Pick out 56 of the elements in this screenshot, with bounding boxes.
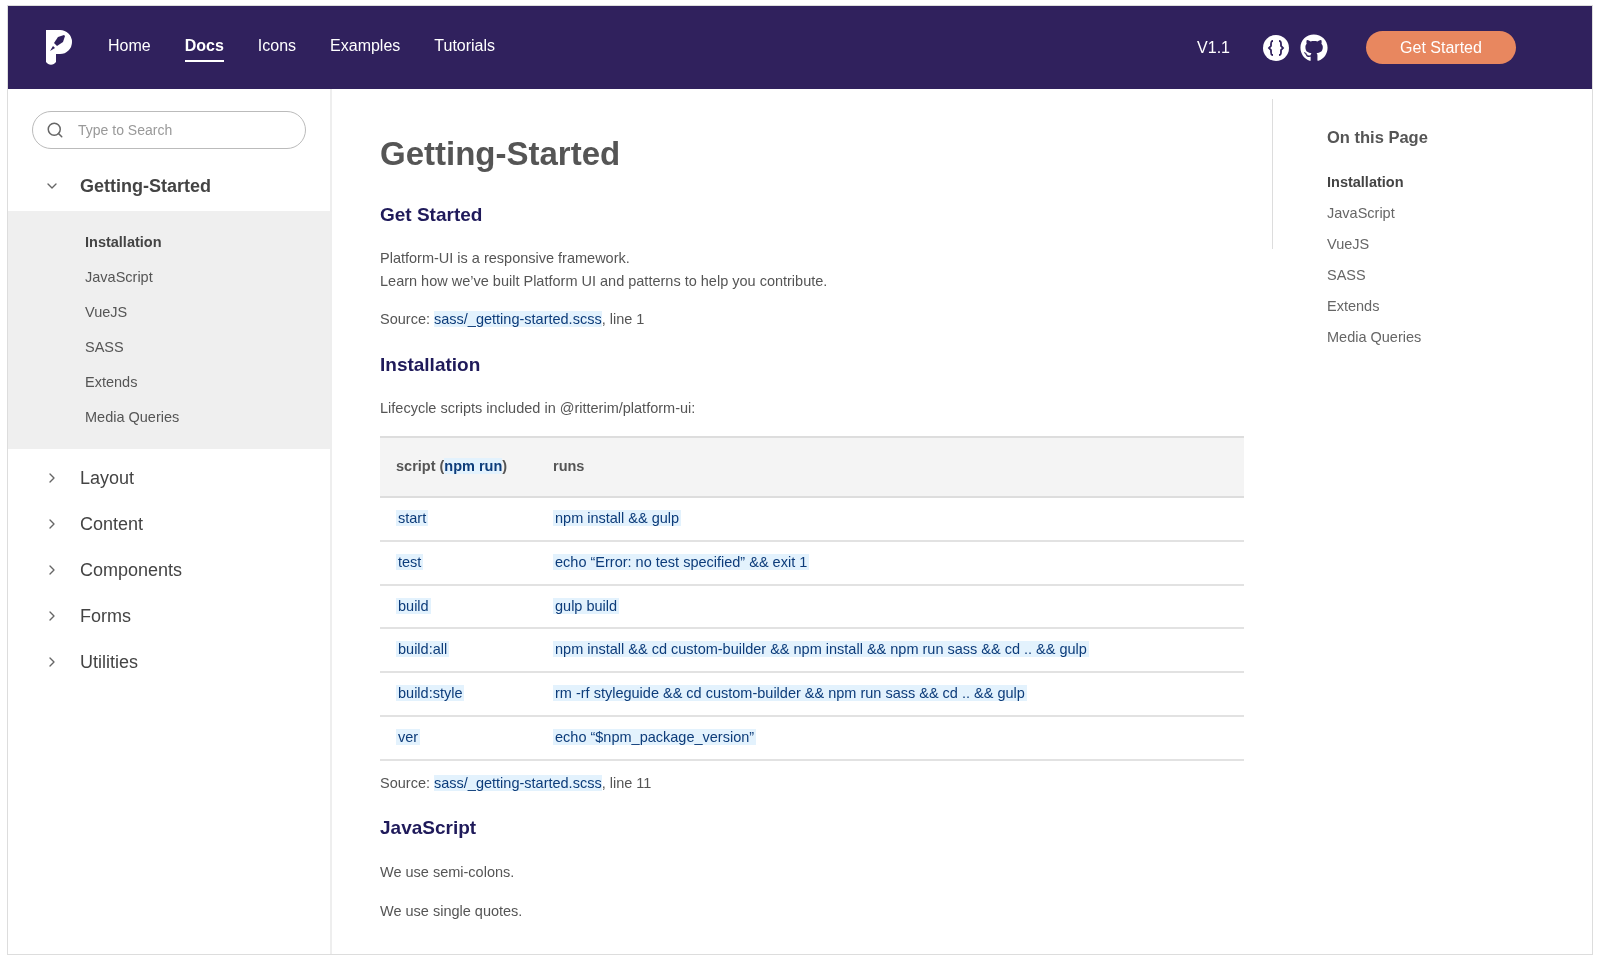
sidebar-item[interactable]: Installation: [85, 231, 162, 254]
code-cell: ver: [396, 728, 421, 745]
toc-title: On this Page: [1327, 127, 1428, 148]
sidebar-item[interactable]: Extends: [85, 371, 138, 394]
sidebar-section[interactable]: Getting-Started: [80, 172, 211, 200]
sidebar-section[interactable]: Forms: [80, 602, 131, 630]
code-cell: echo “Error: no test specified” && exit 1: [553, 553, 810, 570]
toc-link[interactable]: JavaScript: [1327, 203, 1395, 226]
sidebar-section[interactable]: Utilities: [80, 648, 138, 676]
source-link[interactable]: sass/_getting-started.scss: [434, 311, 602, 327]
section-heading: JavaScript: [380, 816, 478, 841]
source-note: Source: sass/_getting-started.scss, line 11: [380, 773, 653, 793]
sidebar-section[interactable]: Layout: [80, 464, 135, 492]
body-text: Lifecycle scripts included in @ritterim/platform-ui:: [380, 399, 697, 419]
nav-link[interactable]: Docs: [184, 33, 224, 62]
toc-link[interactable]: Installation: [1327, 172, 1404, 195]
source-note: Source: sass/_getting-started.scss, line 1: [380, 310, 646, 329]
toc-link[interactable]: Media Queries: [1327, 327, 1422, 350]
code-cell: build: [396, 597, 431, 614]
code-cell: npm install && gulp: [553, 510, 682, 526]
sidebar-section[interactable]: Components: [80, 556, 183, 584]
sidebar-section[interactable]: Content: [80, 510, 144, 538]
nav-link[interactable]: Tutorials: [434, 33, 496, 62]
sidebar-item[interactable]: VueJS: [85, 301, 128, 324]
code-cell: echo “$npm_package_version”: [553, 728, 757, 745]
code-cell: test: [396, 553, 424, 570]
toc-link[interactable]: SASS: [1327, 265, 1366, 288]
sidebar-item[interactable]: SASS: [85, 336, 124, 359]
sidebar-item[interactable]: Media Queries: [85, 406, 180, 429]
toc-link[interactable]: Extends: [1327, 296, 1380, 319]
code-cell: start: [396, 510, 429, 526]
nav-link[interactable]: Home: [108, 33, 151, 62]
search-icon: [46, 121, 64, 139]
nav-link[interactable]: Examples: [330, 33, 401, 62]
body-text: Learn how we’ve built Platform UI and patterns to help you contribute.: [380, 272, 829, 291]
code-cell: gulp build: [553, 597, 620, 614]
toc-link[interactable]: VueJS: [1327, 234, 1370, 257]
source-link[interactable]: sass/_getting-started.scss: [434, 774, 602, 791]
code-cell: build:style: [396, 685, 465, 701]
nav-link[interactable]: Icons: [257, 33, 297, 62]
code-cell: build:all: [396, 641, 450, 658]
column-header: script (npm run): [380, 437, 537, 497]
search-field[interactable]: Type to Search: [32, 111, 306, 149]
column-header: runs: [537, 437, 1244, 497]
page-title: Getting-Started: [380, 134, 622, 174]
section-heading: Get Started: [380, 202, 484, 227]
code-cell: npm install && cd custom-builder && npm install && npm run sass && cd .. && gulp: [553, 641, 1089, 658]
sidebar-item[interactable]: JavaScript: [85, 266, 153, 289]
body-text: We use single quotes.: [380, 901, 524, 921]
version-label: V1.1: [1197, 37, 1230, 58]
curly-braces-icon[interactable]: [1262, 33, 1290, 62]
body-text: Platform-UI is a responsive framework.: [380, 249, 631, 268]
code-cell: rm -rf styleguide && cd custom-builder && npm run sass && cd .. && gulp: [553, 685, 1027, 701]
body-text: We use semi-colons.: [380, 862, 516, 882]
section-heading: Installation: [380, 352, 482, 377]
github-icon[interactable]: [1300, 33, 1328, 62]
